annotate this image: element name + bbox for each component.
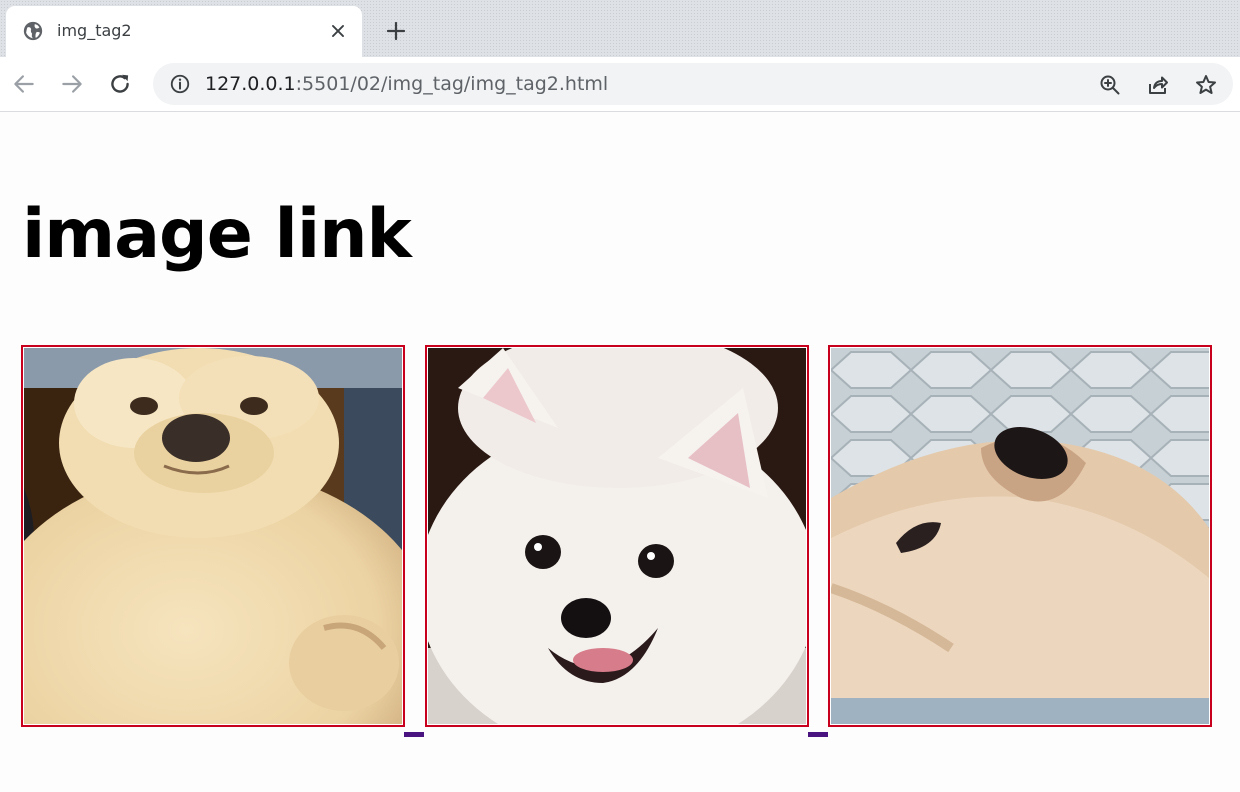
browser-toolbar: 127.0.0.1:5501/02/img_tag/img_tag2.html [0, 57, 1240, 112]
address-bar[interactable]: 127.0.0.1:5501/02/img_tag/img_tag2.html [153, 63, 1233, 105]
back-arrow-icon[interactable] [11, 71, 37, 97]
dog-photo-1 [24, 348, 402, 724]
url-host: 127.0.0.1 [205, 73, 296, 95]
page-content: image link [0, 112, 1240, 792]
dog-photo-2 [428, 348, 806, 724]
url-text: 127.0.0.1:5501/02/img_tag/img_tag2.html [205, 72, 608, 96]
tab-title: img_tag2 [57, 21, 132, 40]
site-info-icon[interactable] [169, 73, 191, 95]
bookmark-star-icon[interactable] [1194, 73, 1218, 97]
globe-icon [23, 21, 43, 41]
close-icon[interactable] [327, 20, 349, 42]
zoom-icon[interactable] [1098, 73, 1122, 97]
link-underline-1 [404, 732, 424, 737]
forward-arrow-icon[interactable] [59, 71, 85, 97]
new-tab-plus-icon[interactable] [384, 19, 408, 43]
link-underline-2 [808, 732, 828, 737]
reload-icon[interactable] [107, 71, 133, 97]
image-link-2[interactable] [425, 345, 809, 727]
url-path: :5501/02/img_tag/img_tag2.html [295, 73, 609, 95]
image-link-3[interactable] [828, 345, 1212, 727]
tab-strip: img_tag2 [0, 0, 1240, 57]
page-heading: image link [22, 195, 412, 274]
dog-photo-3 [831, 348, 1209, 724]
share-icon[interactable] [1146, 73, 1170, 97]
image-link-1[interactable] [21, 345, 405, 727]
browser-tab[interactable]: img_tag2 [6, 6, 362, 57]
